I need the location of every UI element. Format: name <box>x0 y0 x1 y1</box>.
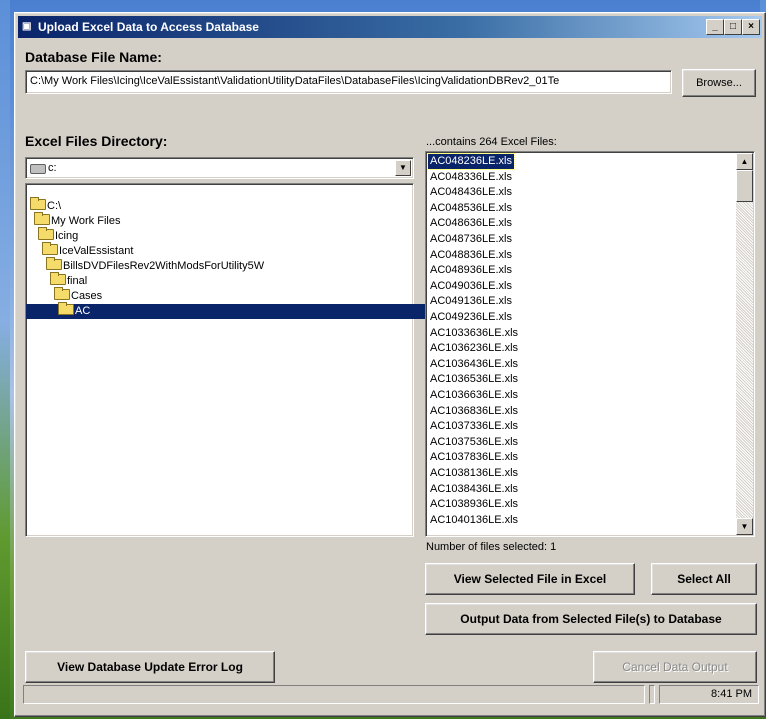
desktop-background <box>0 0 10 719</box>
drive-select[interactable]: c: ▼ <box>25 157 414 179</box>
file-list-item[interactable]: AC048436LE.xls <box>428 185 514 200</box>
excel-dir-label: Excel Files Directory: <box>25 133 168 149</box>
file-list-item[interactable]: AC1036536LE.xls <box>428 372 520 387</box>
folder-icon <box>42 242 58 255</box>
close-button[interactable]: × <box>742 19 760 35</box>
file-list-item[interactable]: AC1037336LE.xls <box>428 419 520 434</box>
window-title: Upload Excel Data to Access Database <box>38 20 259 34</box>
file-list-item[interactable]: AC1040136LE.xls <box>428 513 520 528</box>
file-list-item[interactable]: AC048836LE.xls <box>428 248 514 263</box>
folder-icon <box>30 197 46 210</box>
view-in-excel-button[interactable]: View Selected File in Excel <box>425 563 635 595</box>
status-pane-divider <box>649 685 655 704</box>
drive-icon <box>30 164 46 174</box>
scroll-up-button[interactable]: ▲ <box>736 153 753 170</box>
select-all-button[interactable]: Select All <box>651 563 757 595</box>
file-list-item[interactable]: AC048636LE.xls <box>428 216 514 231</box>
drive-value: c: <box>48 162 57 174</box>
file-list-scrollbar[interactable]: ▲ ▼ <box>736 153 753 535</box>
file-list-item[interactable]: AC049136LE.xls <box>428 294 514 309</box>
selected-count-text: Number of files selected: 1 <box>426 541 557 553</box>
folder-icon <box>50 272 66 285</box>
view-error-log-button[interactable]: View Database Update Error Log <box>25 651 275 683</box>
maximize-button[interactable]: □ <box>724 19 742 35</box>
file-list-item[interactable]: AC1037536LE.xls <box>428 435 520 450</box>
directory-item-label: C:\ <box>47 200 62 212</box>
file-list-item[interactable]: AC049236LE.xls <box>428 310 514 325</box>
file-list-item[interactable]: AC1038136LE.xls <box>428 466 520 481</box>
database-file-label: Database File Name: <box>25 49 162 65</box>
file-list-item[interactable]: AC048936LE.xls <box>428 263 514 278</box>
status-bar: 8:41 PM <box>23 685 761 705</box>
chevron-down-icon[interactable]: ▼ <box>395 160 411 176</box>
output-data-button[interactable]: Output Data from Selected File(s) to Dat… <box>425 603 757 635</box>
file-list-item[interactable]: AC048736LE.xls <box>428 232 514 247</box>
browse-button[interactable]: Browse... <box>682 69 756 97</box>
file-list-item[interactable]: AC1038436LE.xls <box>428 482 520 497</box>
cancel-output-button[interactable]: Cancel Data Output <box>593 651 757 683</box>
directory-item[interactable]: BillsDVDFilesRev2WithModsForUtility5W <box>46 257 265 274</box>
upload-window: ▣ Upload Excel Data to Access Database _… <box>14 12 766 717</box>
status-time: 8:41 PM <box>659 685 759 704</box>
directory-item-label: final <box>67 275 88 287</box>
file-list-item[interactable]: AC048236LE.xls <box>427 153 515 170</box>
folder-icon <box>54 287 70 300</box>
file-list-item[interactable]: AC1036436LE.xls <box>428 357 520 372</box>
scroll-thumb[interactable] <box>736 170 753 202</box>
directory-item-label: IceValEssistant <box>59 245 134 257</box>
file-list-item[interactable]: AC1038936LE.xls <box>428 497 520 512</box>
directory-item[interactable]: IceValEssistant <box>42 242 134 259</box>
directory-item-label: Cases <box>71 290 103 302</box>
directory-item-label: My Work Files <box>51 215 121 227</box>
file-count-label: ...contains 264 Excel Files: <box>426 136 557 148</box>
file-list-item[interactable]: AC1033636LE.xls <box>428 326 520 341</box>
directory-item-label: AC <box>75 305 91 317</box>
folder-icon <box>38 227 54 240</box>
file-list-item[interactable]: AC1037836LE.xls <box>428 450 520 465</box>
directory-tree[interactable]: C:\ My Work Files Icing IceValEssistant Bill… <box>25 183 442 537</box>
directory-item-label: BillsDVDFilesRev2WithModsForUtility5W <box>63 260 265 272</box>
file-list[interactable]: ▲ ▼ AC048236LE.xls AC048336LE.xls AC048436… <box>425 151 755 537</box>
file-list-item[interactable]: AC049036LE.xls <box>428 279 514 294</box>
file-list-item[interactable]: AC1036236LE.xls <box>428 341 520 356</box>
file-list-item[interactable]: AC1036636LE.xls <box>428 388 520 403</box>
status-pane-main <box>23 685 645 704</box>
file-list-item[interactable]: AC048536LE.xls <box>428 201 514 216</box>
directory-item[interactable]: AC <box>26 302 442 319</box>
title-bar[interactable]: ▣ Upload Excel Data to Access Database _… <box>18 16 762 38</box>
folder-open-icon <box>58 302 74 315</box>
file-list-item[interactable]: AC1036836LE.xls <box>428 404 520 419</box>
database-path-field[interactable]: C:\My Work Files\Icing\IceValEssistant\V… <box>25 70 672 94</box>
file-list-item[interactable]: AC048336LE.xls <box>428 170 514 185</box>
folder-icon <box>34 212 50 225</box>
scroll-down-button[interactable]: ▼ <box>736 518 753 535</box>
minimize-button[interactable]: _ <box>706 19 724 35</box>
folder-icon <box>46 257 62 270</box>
directory-item-label: Icing <box>55 230 79 242</box>
app-icon: ▣ <box>22 21 32 32</box>
